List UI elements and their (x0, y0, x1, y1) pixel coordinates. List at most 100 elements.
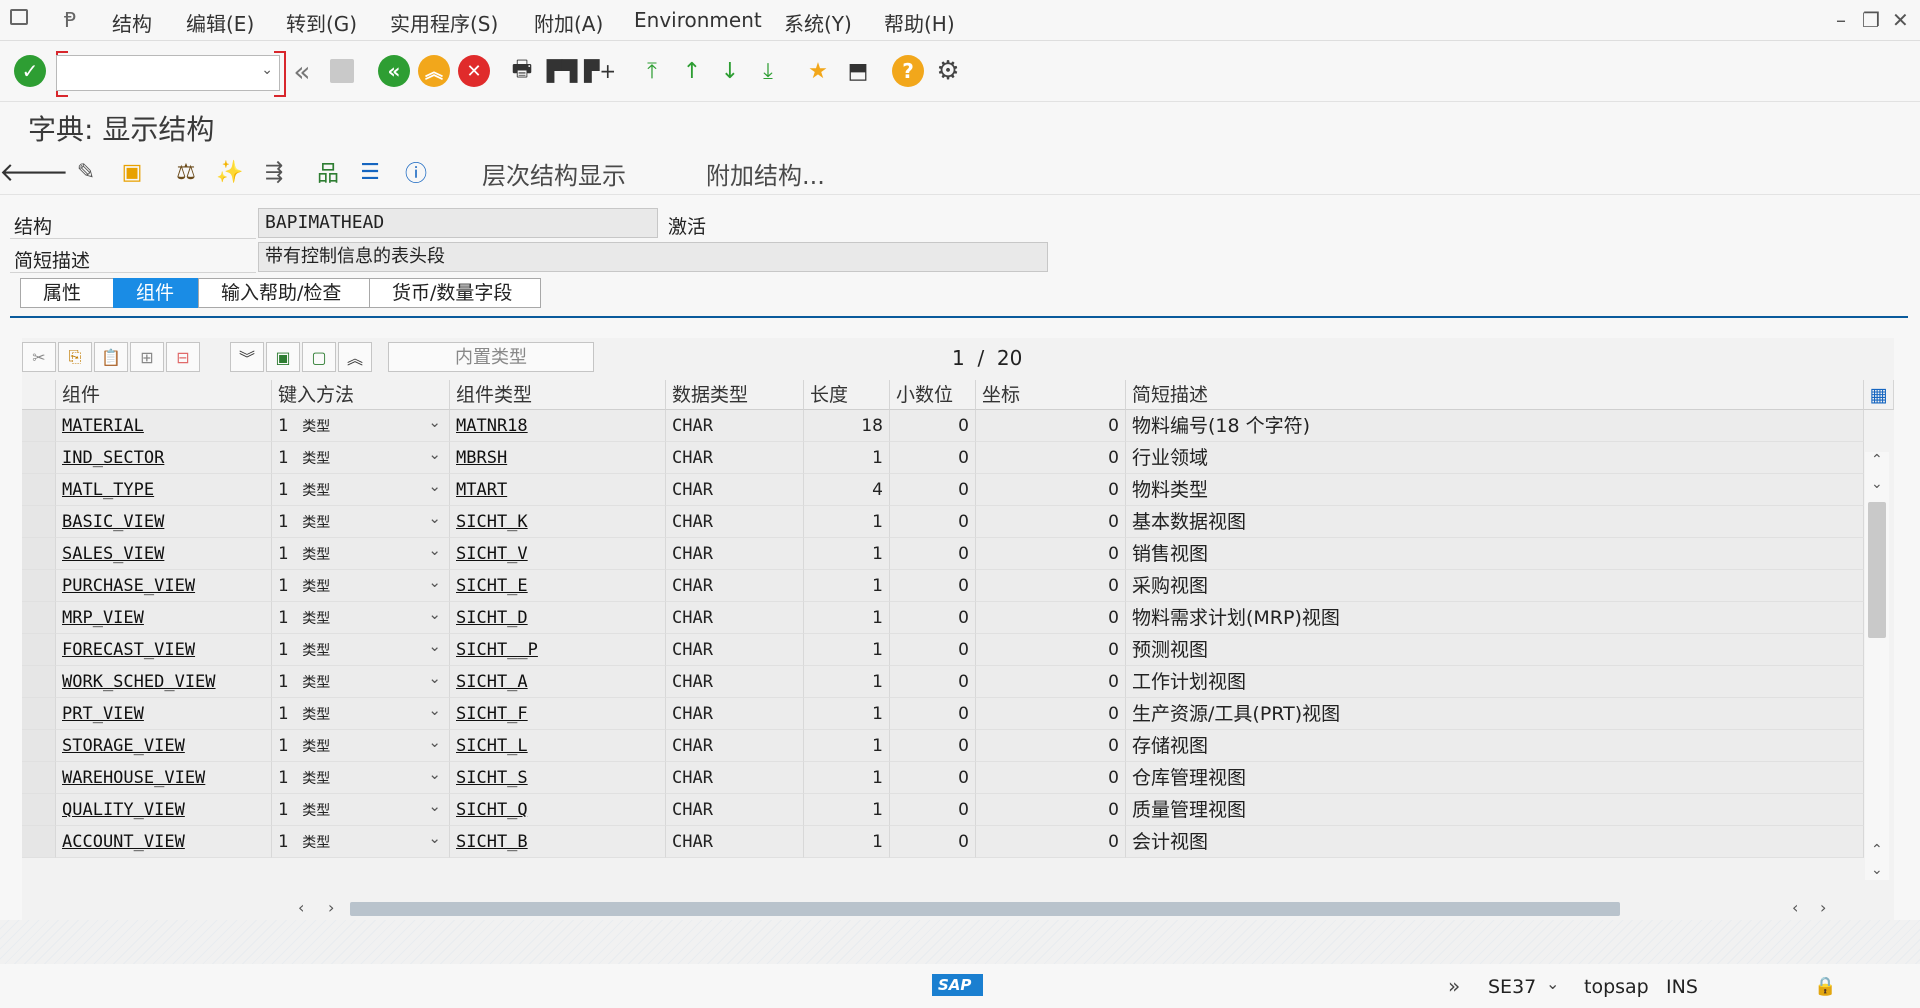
typing-method[interactable]: 1 类型 ⌄ (272, 762, 450, 794)
horizontal-scrollbar[interactable]: ‹ › ‹ › (274, 898, 1874, 920)
expand-status-icon[interactable]: » (1448, 974, 1460, 998)
typing-method[interactable]: 1 类型 ⌄ (272, 826, 450, 858)
col-coordinate[interactable]: 坐标 (976, 380, 1126, 410)
chevron-down-icon[interactable]: ⌄ (428, 506, 441, 534)
table-row[interactable]: MATL_TYPE 1 类型 ⌄ MTART CHAR 4 0 0 物料类型 (22, 474, 1864, 506)
command-field[interactable]: ⌄ (56, 55, 280, 91)
col-decimals[interactable]: 小数位 (890, 380, 976, 410)
hscroll-thumb[interactable] (350, 902, 1620, 916)
component-type[interactable]: SICHT__P (450, 634, 666, 666)
last-page-icon[interactable]: ⤓ (752, 55, 784, 87)
chevron-down-icon[interactable]: ⌄ (428, 634, 441, 662)
collapse-all-icon[interactable]: ︽ (338, 342, 372, 372)
table-row[interactable]: IND_SECTOR 1 类型 ⌄ MBRSH CHAR 1 0 0 行业领域 (22, 442, 1864, 474)
where-used-icon[interactable]: ⇶ (258, 156, 290, 188)
find-next-icon[interactable]: ▛+ (584, 55, 616, 87)
scroll-far-left-icon[interactable]: ‹ (1792, 898, 1798, 917)
transaction-dropdown-icon[interactable]: ⌄ (1546, 974, 1559, 993)
chevron-down-icon[interactable]: ⌄ (428, 666, 441, 694)
help-icon[interactable]: ? (892, 55, 924, 87)
back-icon[interactable]: « (378, 55, 410, 87)
copy-icon[interactable]: ⎘ (58, 342, 92, 372)
component-name[interactable]: MATERIAL (56, 410, 272, 442)
maximize-icon[interactable]: ❐ (1862, 8, 1880, 32)
typing-method[interactable]: 1 类型 ⌄ (272, 442, 450, 474)
select-all-icon[interactable]: ▣ (266, 342, 300, 372)
menu-help[interactable]: 帮助(H) (884, 8, 955, 37)
typing-method[interactable]: 1 类型 ⌄ (272, 538, 450, 570)
component-name[interactable]: MRP_VIEW (56, 602, 272, 634)
next-page-icon[interactable]: ↓ (714, 55, 746, 87)
create-session-icon[interactable]: ★ (802, 55, 834, 87)
page-up-icon[interactable]: ⌃ (1871, 842, 1883, 858)
chevron-down-icon[interactable]: ⌄ (428, 762, 441, 790)
navigation-window-icon[interactable]: ☰ (354, 156, 386, 188)
row-selector[interactable] (22, 410, 56, 442)
row-selector[interactable] (22, 794, 56, 826)
typing-method[interactable]: 1 类型 ⌄ (272, 506, 450, 538)
col-length[interactable]: 长度 (804, 380, 890, 410)
info-icon[interactable]: ⓘ (400, 156, 432, 188)
hierarchy-display-button[interactable]: 层次结构显示 (482, 156, 626, 191)
menu-system[interactable]: 系统(Y) (784, 8, 852, 37)
chevron-down-icon[interactable]: ⌄ (428, 474, 441, 502)
row-selector[interactable] (22, 826, 56, 858)
typing-method[interactable]: 1 类型 ⌄ (272, 634, 450, 666)
page-down-icon[interactable]: ⌄ (1871, 862, 1883, 878)
component-type[interactable]: MTART (450, 474, 666, 506)
component-type[interactable]: SICHT_V (450, 538, 666, 570)
component-type[interactable]: SICHT_L (450, 730, 666, 762)
enter-icon[interactable]: ✓ (14, 55, 46, 87)
row-selector[interactable] (22, 474, 56, 506)
table-row[interactable]: WORK_SCHED_VIEW 1 类型 ⌄ SICHT_A CHAR 1 0 0 工作计划视图 (22, 666, 1864, 698)
tab-components[interactable]: 组件 (113, 278, 199, 308)
scroll-thumb[interactable] (1868, 502, 1886, 638)
tab-currency-quantity[interactable]: 货币/数量字段 (369, 278, 541, 308)
chevron-down-icon[interactable]: ⌄ (428, 698, 441, 726)
component-name[interactable]: WORK_SCHED_VIEW (56, 666, 272, 698)
component-name[interactable]: PURCHASE_VIEW (56, 570, 272, 602)
chevron-down-icon[interactable]: ⌄ (428, 538, 441, 566)
scroll-far-right-icon[interactable]: › (1820, 898, 1826, 917)
close-icon[interactable]: ✕ (1892, 8, 1909, 32)
prev-page-icon[interactable]: ↑ (676, 55, 708, 87)
table-row[interactable]: MATERIAL 1 类型 ⌄ MATNR18 CHAR 18 0 0 物料编号(18 个字符) (22, 410, 1864, 442)
menu-edit[interactable]: 编辑(E) (186, 8, 254, 37)
customize-icon[interactable]: Ᵽ (64, 8, 76, 32)
menu-extras[interactable]: 附加(A) (534, 8, 603, 37)
component-name[interactable]: SALES_VIEW (56, 538, 272, 570)
typing-method[interactable]: 1 类型 ⌄ (272, 730, 450, 762)
col-component[interactable]: 组件 (56, 380, 272, 410)
component-name[interactable]: BASIC_VIEW (56, 506, 272, 538)
component-name[interactable]: PRT_VIEW (56, 698, 272, 730)
component-name[interactable]: QUALITY_VIEW (56, 794, 272, 826)
expand-all-icon[interactable]: ︾ (230, 342, 264, 372)
table-row[interactable]: FORECAST_VIEW 1 类型 ⌄ SICHT__P CHAR 1 0 0 预测视图 (22, 634, 1864, 666)
display-change-icon[interactable]: ✎ (70, 156, 102, 188)
chevron-down-icon[interactable]: ⌄ (428, 794, 441, 822)
component-name[interactable]: WAREHOUSE_VIEW (56, 762, 272, 794)
typing-method[interactable]: 1 类型 ⌄ (272, 570, 450, 602)
component-name[interactable]: STORAGE_VIEW (56, 730, 272, 762)
builtin-type-button[interactable]: 内置类型 (388, 342, 594, 372)
first-page-icon[interactable]: ⤒ (636, 55, 668, 87)
deselect-all-icon[interactable]: ▢ (302, 342, 336, 372)
component-type[interactable]: SICHT_B (450, 826, 666, 858)
scroll-up-icon[interactable]: ⌃ (1871, 452, 1883, 468)
tab-attributes[interactable]: 属性 (20, 278, 114, 308)
row-selector[interactable] (22, 506, 56, 538)
chevron-down-icon[interactable]: ⌄ (428, 730, 441, 758)
component-type[interactable]: SICHT_K (450, 506, 666, 538)
component-name[interactable]: IND_SECTOR (56, 442, 272, 474)
column-config-icon[interactable]: ▦ (1864, 380, 1894, 410)
component-type[interactable]: SICHT_E (450, 570, 666, 602)
col-short-desc[interactable]: 简短描述 (1126, 380, 1864, 410)
table-row[interactable]: BASIC_VIEW 1 类型 ⌄ SICHT_K CHAR 1 0 0 基本数据视图 (22, 506, 1864, 538)
find-icon[interactable]: ▛▜ (546, 55, 578, 87)
row-selector[interactable] (22, 730, 56, 762)
row-selector[interactable] (22, 762, 56, 794)
back-arrow-icon[interactable]: 🡐 (0, 156, 69, 188)
table-row[interactable]: STORAGE_VIEW 1 类型 ⌄ SICHT_L CHAR 1 0 0 存储视图 (22, 730, 1864, 762)
typing-method[interactable]: 1 类型 ⌄ (272, 602, 450, 634)
activate-icon[interactable]: ✨ (214, 156, 246, 188)
